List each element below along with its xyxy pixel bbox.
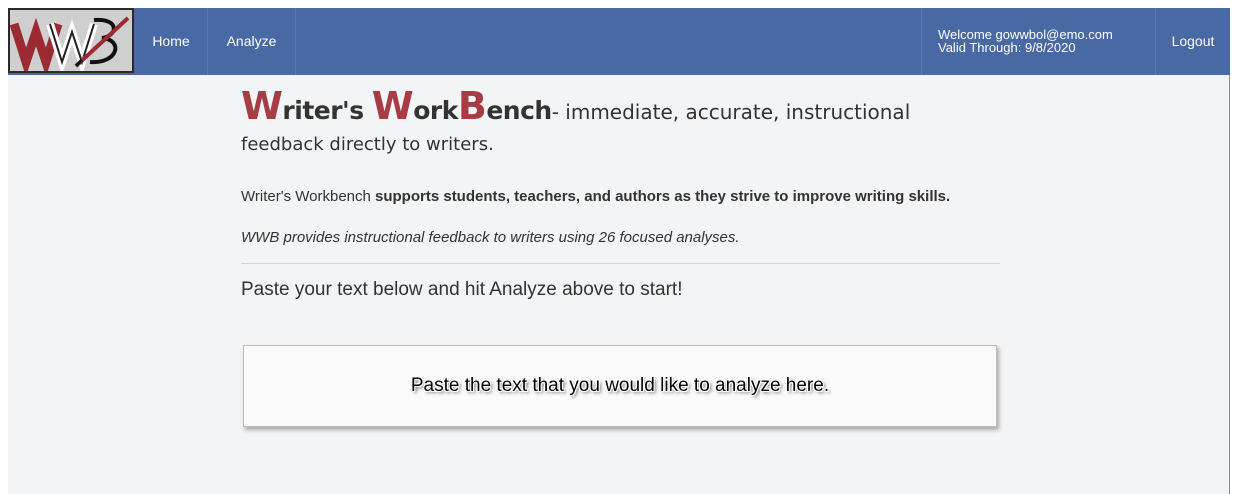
main-content: Writer's WorkBench- immediate, accurate,… <box>241 87 1001 301</box>
supports-bold: supports students, teachers, and authors… <box>370 188 951 205</box>
section-divider <box>241 263 1000 264</box>
brand-bench: ench <box>486 96 552 125</box>
provides-paragraph: WWB provides instructional feedback to w… <box>241 229 740 246</box>
brand-name: Writer's WorkBench <box>241 87 552 125</box>
wwb-logo-mark-icon <box>10 10 132 71</box>
user-info: Welcome gowwbol@emo.com Valid Through: 9… <box>921 8 1156 75</box>
textbox-placeholder: Paste the text that you would like to an… <box>410 375 830 396</box>
top-navbar: Home Analyze Welcome gowwbol@emo.com Val… <box>8 8 1230 75</box>
brand-cap-w2: W <box>371 84 414 128</box>
brand-tagline: - immediate, accurate, instructional <box>551 100 911 124</box>
valid-through-text: Valid Through: 9/8/2020 <box>938 40 1076 55</box>
text-input-area[interactable]: Paste the text that you would like to an… <box>243 345 997 427</box>
supports-lead: Writer's Workbench <box>241 188 371 205</box>
brand-writers: riter's <box>282 96 372 125</box>
paste-heading: Paste your text below and hit Analyze ab… <box>241 279 683 300</box>
nav-analyze-link[interactable]: Analyze <box>208 8 296 75</box>
brand-cap-b: B <box>457 84 487 128</box>
brand-cap-w1: W <box>241 84 283 128</box>
brand-headline: Writer's WorkBench- immediate, accurate,… <box>241 87 1001 132</box>
nav-home-link[interactable]: Home <box>135 8 208 75</box>
app-frame: Home Analyze Welcome gowwbol@emo.com Val… <box>8 8 1230 494</box>
wwb-logo[interactable] <box>8 8 134 73</box>
logout-link[interactable]: Logout <box>1156 8 1230 75</box>
supports-paragraph: Writer's Workbench supports students, te… <box>241 186 1001 207</box>
brand-work: ork <box>413 96 458 125</box>
brand-tagline-cont: feedback directly to writers. <box>241 134 494 155</box>
